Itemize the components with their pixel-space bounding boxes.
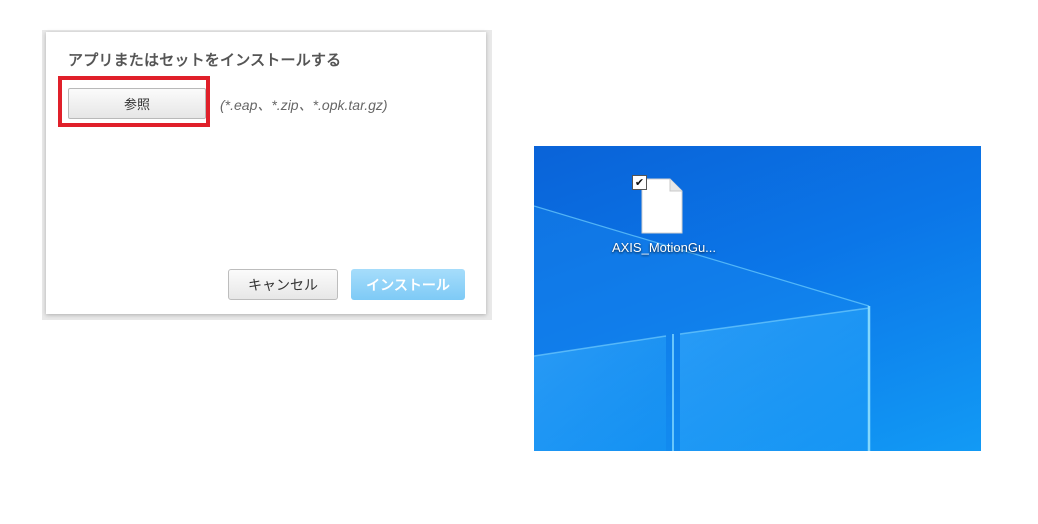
dialog-title: アプリまたはセットをインストールする: [68, 51, 342, 69]
file-types-hint: (*.eap、*.zip、*.opk.tar.gz): [220, 97, 388, 113]
browse-button[interactable]: 参照: [68, 88, 206, 119]
desktop-file-item[interactable]: ✔ AXIS_MotionGu...: [606, 175, 722, 262]
cancel-button[interactable]: キャンセル: [228, 269, 338, 300]
file-icon: [641, 178, 683, 234]
windows-wallpaper: [534, 205, 871, 451]
install-dialog-frame: アプリまたはセットをインストールする 参照 (*.eap、*.zip、*.opk…: [42, 30, 492, 320]
install-dialog: アプリまたはセットをインストールする 参照 (*.eap、*.zip、*.opk…: [46, 32, 486, 314]
desktop: ✔ AXIS_MotionGu...: [534, 146, 981, 451]
checkmark-icon: ✔: [634, 176, 645, 189]
install-button[interactable]: インストール: [351, 269, 465, 300]
selection-checkbox[interactable]: ✔: [632, 175, 647, 190]
file-name-label: AXIS_MotionGu...: [611, 240, 717, 255]
